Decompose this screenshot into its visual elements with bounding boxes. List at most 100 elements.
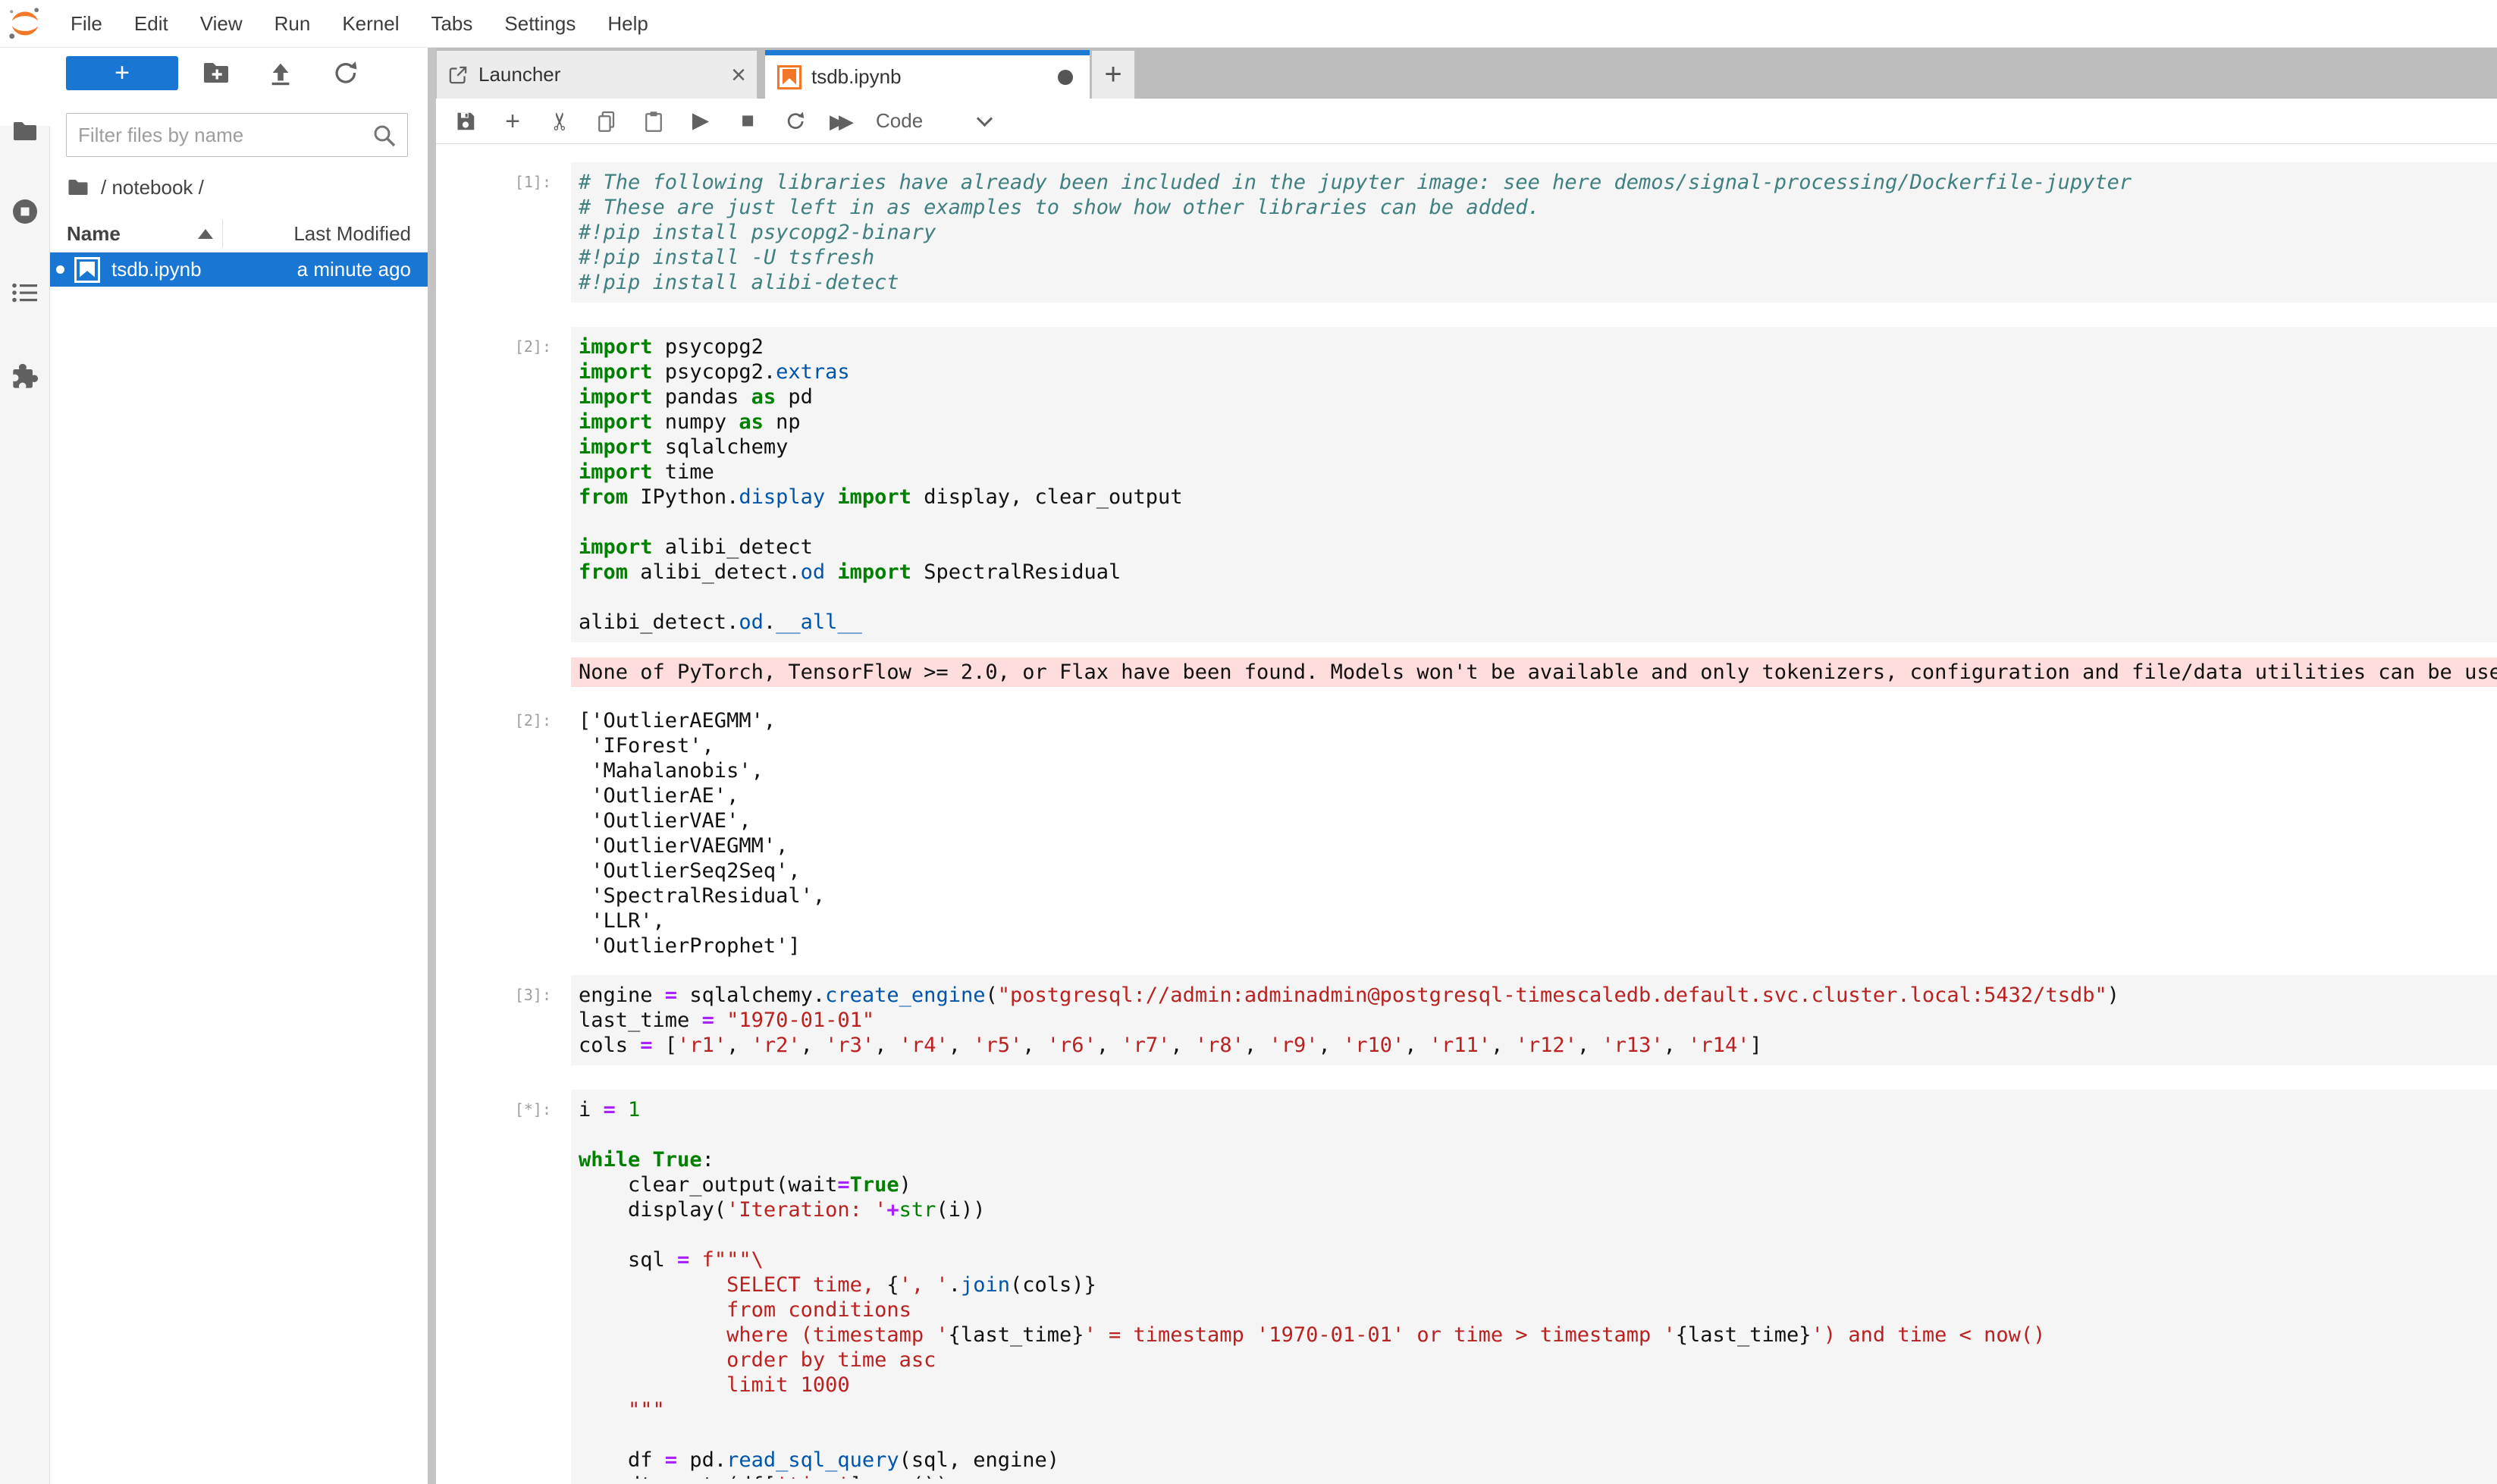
refresh-icon[interactable]	[330, 59, 359, 86]
code-line: display('Iteration: '+str(i))	[579, 1197, 2497, 1222]
tab-notebook[interactable]: tsdb.ipynb	[765, 50, 1090, 99]
copy-cells-button[interactable]	[583, 105, 630, 138]
cell-editor[interactable]: i = 1 while True: clear_output(wait=True…	[571, 1090, 2497, 1484]
input-prompt: [3]:	[485, 975, 571, 1065]
extensions-icon[interactable]	[11, 362, 39, 389]
menu-help[interactable]: Help	[591, 0, 663, 47]
code-line: clear_output(wait=True)	[579, 1172, 2497, 1197]
code-line: where (timestamp '{last_time}' = timesta…	[579, 1322, 2497, 1348]
code-line: engine = sqlalchemy.create_engine("postg…	[579, 983, 2497, 1008]
input-prompt: [1]:	[485, 162, 571, 303]
save-button[interactable]	[442, 105, 489, 138]
new-folder-icon[interactable]	[202, 59, 231, 86]
file-name: tsdb.ipynb	[111, 258, 202, 281]
cell-editor[interactable]: engine = sqlalchemy.create_engine("postg…	[571, 975, 2497, 1065]
code-line: import alibi_detect	[579, 535, 2497, 560]
cell-editor[interactable]: import psycopg2import psycopg2.extras imp…	[571, 327, 2497, 642]
breadcrumb[interactable]: / notebook /	[67, 172, 428, 202]
breadcrumb-path: / notebook /	[101, 176, 204, 199]
main-dock-panel: Launcher × tsdb.ipynb + + ✂ ▶ ■	[436, 48, 2497, 1484]
stderr-output: None of PyTorch, TensorFlow >= 2.0, or F…	[571, 657, 2497, 687]
activity-rail	[0, 48, 50, 1484]
menubar: FileEditViewRunKernelTabsSettingsHelp	[0, 0, 2497, 48]
paste-cells-button[interactable]	[630, 105, 677, 138]
code-line	[579, 1122, 2497, 1147]
cell-type-dropdown[interactable]: Code	[876, 109, 923, 133]
file-modified-time: a minute ago	[297, 258, 428, 281]
output-line: 'OutlierProphet']	[579, 933, 2497, 958]
restart-kernel-button[interactable]	[771, 105, 818, 138]
menu-view[interactable]: View	[184, 0, 259, 47]
code-line: cols = ['r1', 'r2', 'r3', 'r4', 'r5', 'r…	[579, 1033, 2497, 1058]
search-icon	[371, 122, 398, 153]
output-line: 'Mahalanobis',	[579, 758, 2497, 783]
kernel-running-dot	[56, 265, 64, 274]
code-line: sql = f"""\	[579, 1247, 2497, 1272]
new-launcher-label: +	[114, 60, 130, 86]
code-line: import psycopg2	[579, 334, 2497, 359]
panel-resize-handle[interactable]	[428, 48, 436, 1484]
menu-kernel[interactable]: Kernel	[326, 0, 415, 47]
menubar-menus: FileEditViewRunKernelTabsSettingsHelp	[55, 0, 664, 47]
column-last-modified[interactable]: Last Modified	[293, 222, 428, 246]
run-button[interactable]: ▶	[677, 105, 724, 138]
cell-editor[interactable]: # The following libraries have already b…	[571, 162, 2497, 303]
code-line: import sqlalchemy	[579, 435, 2497, 460]
tab-launcher[interactable]: Launcher ×	[436, 50, 758, 99]
output-line: 'OutlierAE',	[579, 783, 2497, 808]
code-line	[579, 585, 2497, 610]
new-tab-plus: +	[1104, 58, 1121, 92]
notebook-cells: [1]: # The following libraries have alrea…	[436, 144, 2497, 1484]
file-browser-icon[interactable]	[11, 118, 39, 145]
code-line: order by time asc	[579, 1348, 2497, 1373]
restart-run-all-button[interactable]: ▶▶	[818, 105, 865, 138]
tab-label: tsdb.ipynb	[811, 65, 902, 89]
code-line: from alibi_detect.od import SpectralResi…	[579, 560, 2497, 585]
code-line: import time	[579, 460, 2497, 485]
menu-run[interactable]: Run	[259, 0, 327, 47]
filter-files-input[interactable]: Filter files by name	[66, 113, 408, 157]
upload-icon[interactable]	[266, 59, 295, 86]
menu-tabs[interactable]: Tabs	[415, 0, 488, 47]
rail-active-highlight	[0, 48, 50, 126]
file-browser-panel: + Filter files by name / notebook / Name	[50, 48, 428, 1484]
code-line: df = pd.read_sql_query(sql, engine)	[579, 1448, 2497, 1473]
new-launcher-button[interactable]: +	[66, 56, 178, 90]
output-line: 'OutlierVAEGMM',	[579, 833, 2497, 858]
code-line: # The following libraries have already b…	[579, 170, 2497, 195]
notebook-toolbar: + ✂ ▶ ■ ▶▶ Code	[436, 99, 2497, 144]
code-line: #!pip install alibi-detect	[579, 270, 2497, 295]
column-name[interactable]: Name	[50, 222, 121, 246]
file-browser-toolbar: +	[50, 48, 428, 98]
table-of-contents-icon[interactable]	[11, 279, 39, 306]
menu-file[interactable]: File	[55, 0, 118, 47]
output-line: 'OutlierSeq2Seq',	[579, 858, 2497, 883]
code-line: """	[579, 1398, 2497, 1423]
code-line: dt = str(df['time'].max())	[579, 1473, 2497, 1479]
output-line: 'LLR',	[579, 908, 2497, 933]
close-icon[interactable]: ×	[731, 62, 746, 88]
file-row-selected[interactable]: tsdb.ipynb a minute ago	[50, 253, 428, 287]
menu-settings[interactable]: Settings	[488, 0, 591, 47]
code-line: # These are just left in as examples to …	[579, 195, 2497, 220]
code-line: #!pip install psycopg2-binary	[579, 220, 2497, 245]
running-kernels-icon[interactable]	[11, 198, 39, 225]
new-tab-button[interactable]: +	[1091, 50, 1135, 99]
menu-edit[interactable]: Edit	[118, 0, 184, 47]
code-line: import psycopg2.extras	[579, 359, 2497, 384]
sort-ascending-icon[interactable]	[198, 229, 213, 239]
launcher-icon	[447, 64, 469, 86]
column-divider	[222, 220, 223, 247]
file-list-header: Name Last Modified	[50, 215, 428, 253]
code-line: #!pip install -U tsfresh	[579, 245, 2497, 270]
stop-button[interactable]: ■	[724, 105, 771, 138]
input-prompt: [*]:	[485, 1090, 571, 1484]
output-content: ['OutlierAEGMM', 'IForest', 'Mahalanobis…	[571, 708, 2497, 958]
code-line: from IPython.display import display, cle…	[579, 485, 2497, 510]
code-line: last_time = "1970-01-01"	[579, 1008, 2497, 1033]
code-line	[579, 1423, 2497, 1448]
add-cell-button[interactable]: +	[489, 105, 536, 138]
output-line: ['OutlierAEGMM',	[579, 708, 2497, 733]
chevron-down-icon[interactable]	[977, 111, 993, 127]
cut-cells-button[interactable]: ✂	[536, 105, 583, 138]
